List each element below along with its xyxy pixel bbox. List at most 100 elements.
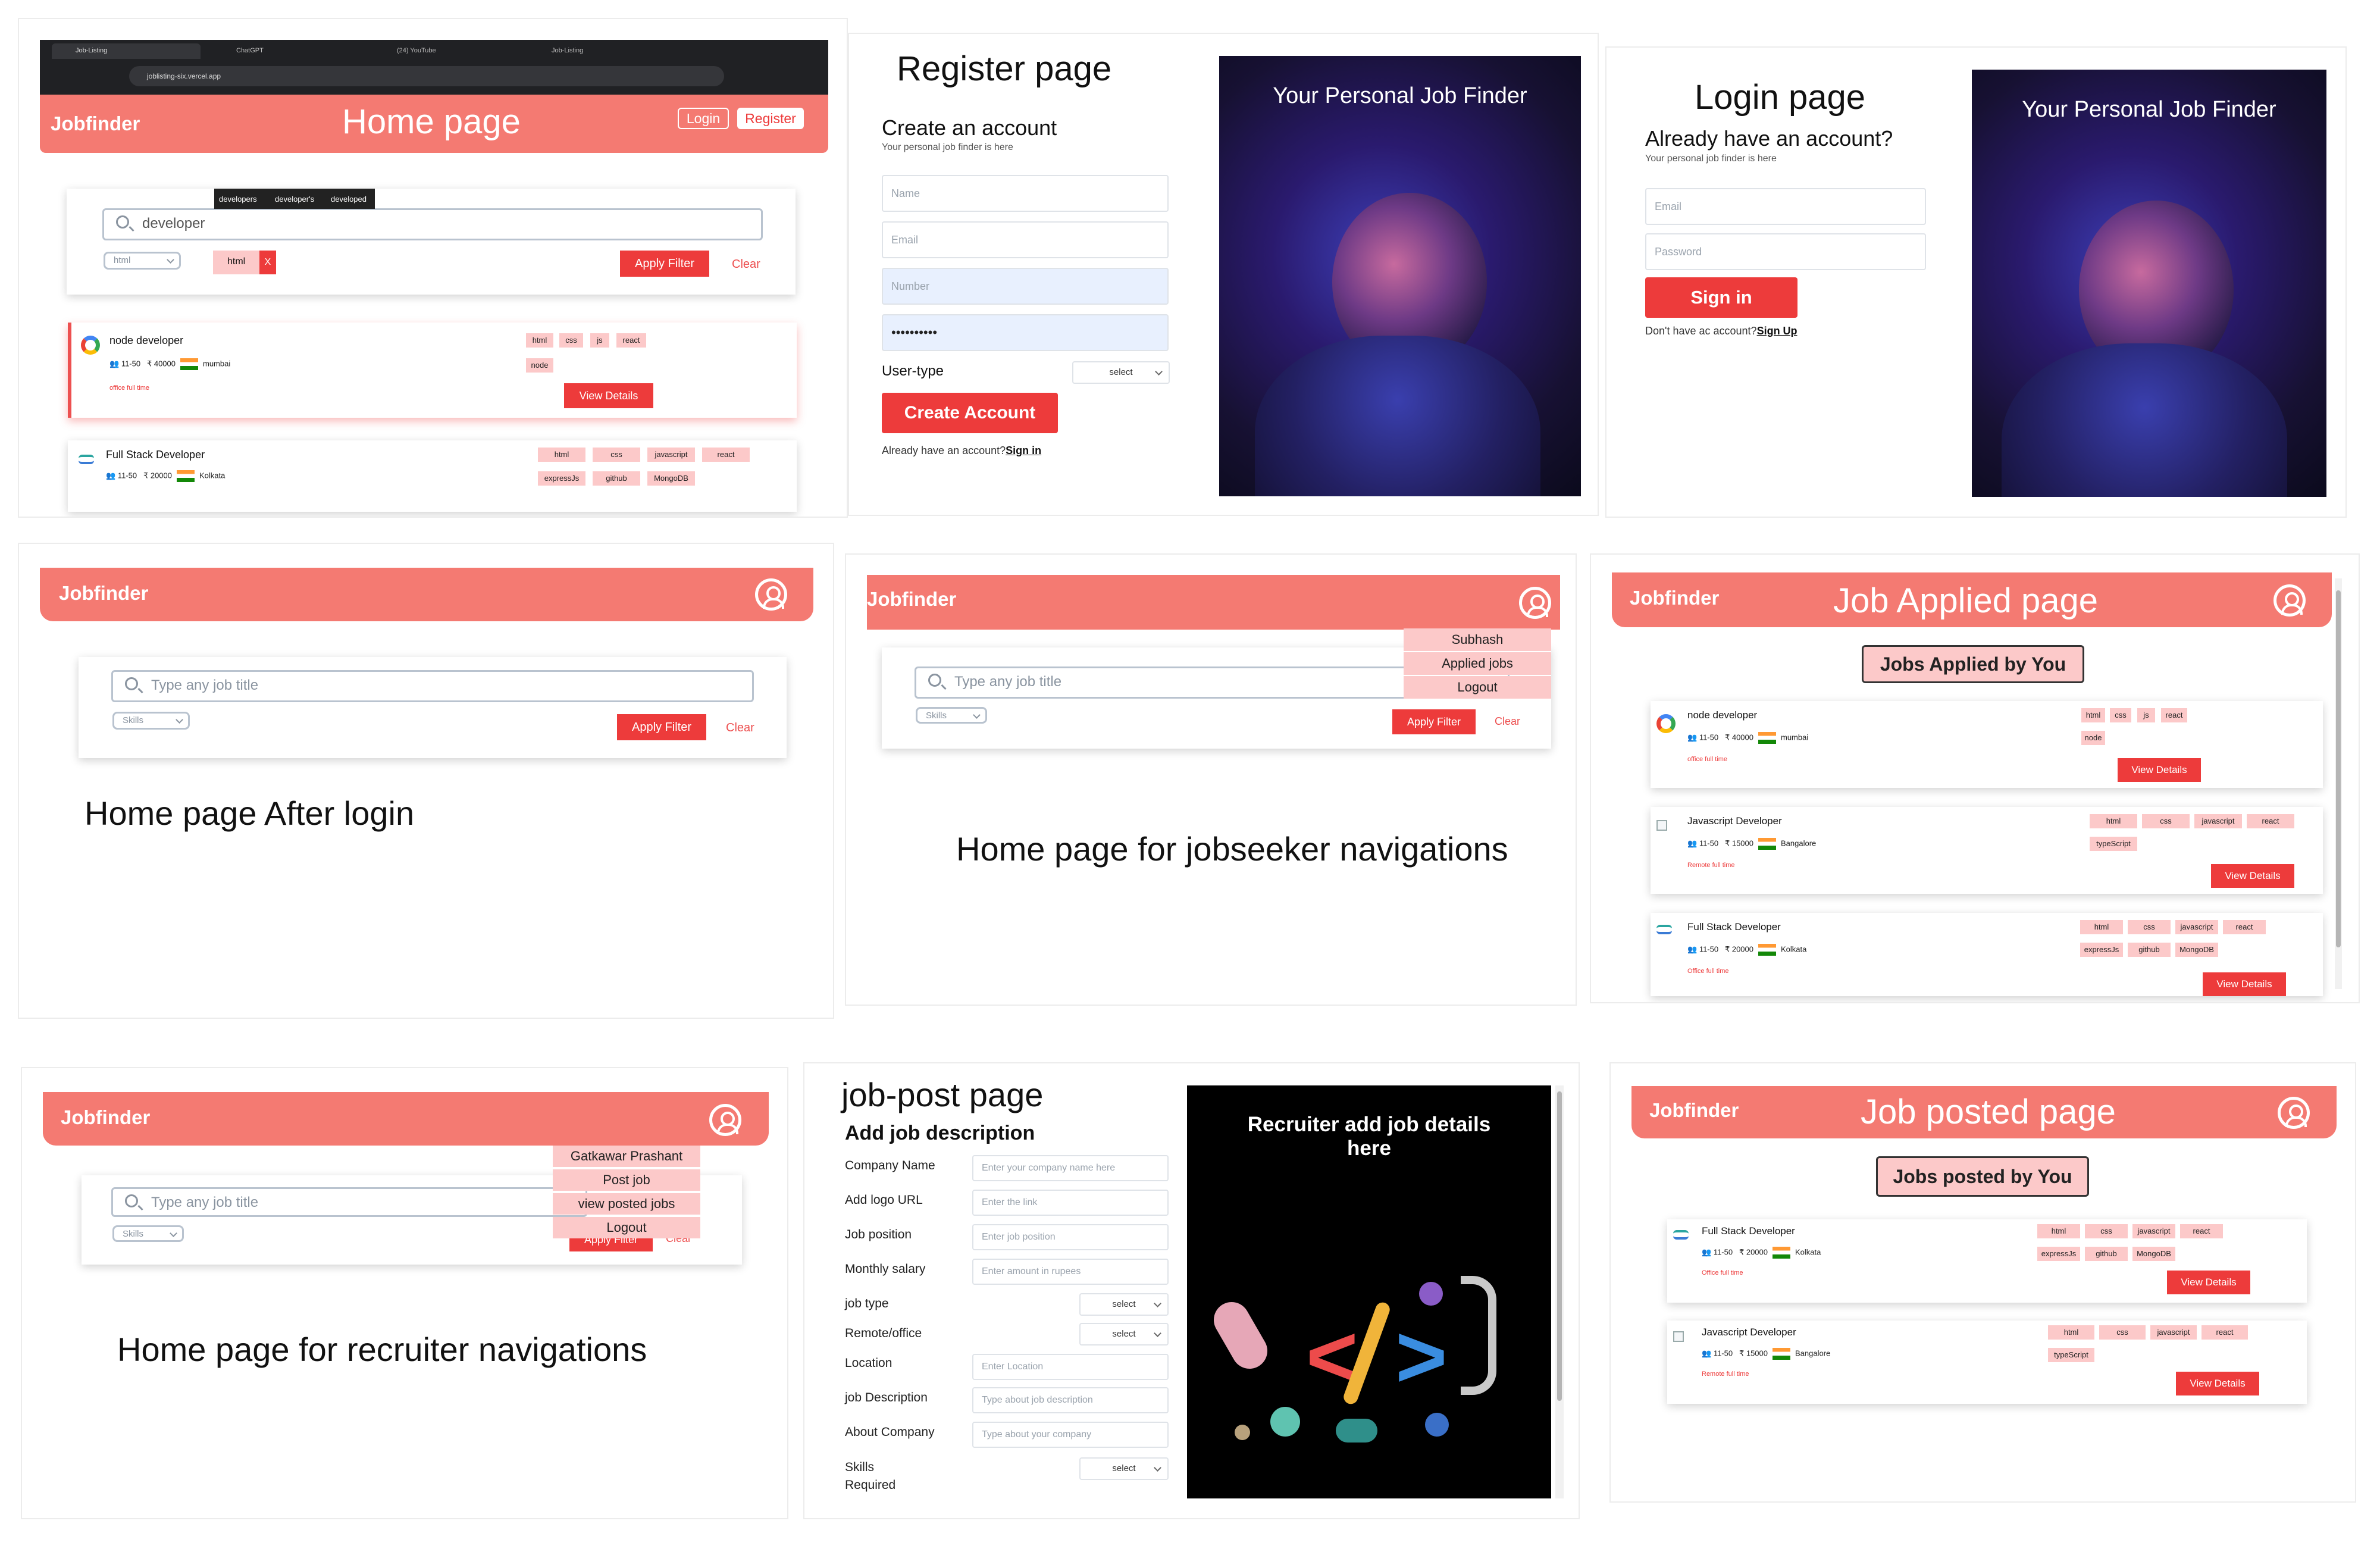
company-logo-icon xyxy=(1656,925,1672,934)
scrollbar-thumb[interactable] xyxy=(2336,590,2341,947)
form-heading: Create an account xyxy=(882,115,1057,140)
skill-chip: html X xyxy=(213,251,276,274)
brand-logo[interactable]: Jobfinder xyxy=(867,588,956,611)
people-icon: 👥 xyxy=(109,359,121,368)
header-bar: Jobfinder xyxy=(43,1092,769,1146)
skill-tag: react xyxy=(2180,1224,2223,1238)
menu-item-view-posted-jobs[interactable]: view posted jobs xyxy=(553,1193,700,1215)
header-bar: Jobfinder Job posted page xyxy=(1631,1086,2337,1138)
job-card: node developer 👥 11-50 ₹ 40000 mumbai off… xyxy=(1651,701,2323,788)
remote-office-select[interactable]: select xyxy=(1079,1323,1169,1346)
skill-tag: html xyxy=(538,448,585,462)
skill-tag: typeScript xyxy=(2090,837,2137,851)
hero-image: Your Personal Job Finder xyxy=(1219,56,1581,496)
scrollbar-thumb[interactable] xyxy=(1557,1091,1562,1401)
chip-remove-button[interactable]: X xyxy=(259,251,276,274)
name-field[interactable]: Name xyxy=(882,175,1169,212)
salary-field[interactable]: Enter amount in rupees xyxy=(972,1259,1169,1285)
india-flag-icon xyxy=(180,358,198,370)
job-description-field[interactable]: Type about job description xyxy=(972,1387,1169,1413)
clear-button[interactable]: Clear xyxy=(732,258,760,271)
menu-item-logout[interactable]: Logout xyxy=(1404,676,1551,699)
brand-logo[interactable]: Jobfinder xyxy=(61,1106,150,1129)
menu-item-logout[interactable]: Logout xyxy=(553,1217,700,1238)
scrollbar[interactable] xyxy=(1555,1085,1564,1498)
clear-button[interactable]: Clear xyxy=(1495,715,1520,728)
skills-select[interactable]: Skills xyxy=(112,712,190,730)
brand-logo[interactable]: Jobfinder xyxy=(1649,1099,1739,1122)
job-type-select[interactable]: select xyxy=(1079,1293,1169,1316)
user-profile-icon[interactable] xyxy=(709,1104,741,1136)
number-field[interactable]: Number xyxy=(882,268,1169,305)
about-company-field[interactable]: Type about your company xyxy=(972,1422,1169,1448)
signin-button[interactable]: Sign in xyxy=(1645,277,1797,318)
page-title: Register page xyxy=(897,49,1112,88)
login-button[interactable]: Login xyxy=(678,108,729,129)
section-badge: Jobs posted by You xyxy=(1876,1156,2089,1197)
company-name-field[interactable]: Enter your company name here xyxy=(972,1155,1169,1181)
suggestion-item[interactable]: developer's xyxy=(275,195,314,204)
view-details-button[interactable]: View Details xyxy=(2176,1372,2259,1395)
apply-filter-button[interactable]: Apply Filter xyxy=(620,251,709,277)
view-details-button[interactable]: View Details xyxy=(564,383,653,408)
skills-select[interactable]: Skills xyxy=(916,707,987,724)
search-input[interactable]: Type any job title xyxy=(111,1187,587,1217)
password-field[interactable]: •••••••••• xyxy=(882,314,1169,351)
user-profile-icon[interactable] xyxy=(2278,1097,2310,1129)
usertype-select[interactable]: select xyxy=(1072,361,1170,384)
job-position-field[interactable]: Enter job position xyxy=(972,1224,1169,1250)
signup-link[interactable]: Sign Up xyxy=(1757,325,1797,337)
section-badge: Jobs Applied by You xyxy=(1862,645,2084,683)
suggestion-item[interactable]: developed xyxy=(331,195,367,204)
apply-filter-button[interactable]: Apply Filter xyxy=(1392,709,1476,734)
skill-tag: react xyxy=(2247,814,2294,828)
logo-url-field[interactable]: Enter the link xyxy=(972,1190,1169,1216)
search-input[interactable]: Type any job title xyxy=(111,670,754,702)
suggestion-item[interactable]: developers xyxy=(219,195,257,204)
company-logo-icon xyxy=(1673,1230,1689,1240)
page-title: Login page xyxy=(1695,78,1866,117)
skills-select[interactable]: Skills xyxy=(112,1225,184,1242)
google-logo-icon xyxy=(1656,714,1676,733)
email-field[interactable]: Email xyxy=(1645,188,1926,225)
filter-card: Type any job title Skills Apply Filter C… xyxy=(79,657,787,758)
browser-tab[interactable]: Job-Listing xyxy=(528,43,665,59)
browser-tab[interactable]: Job-Listing xyxy=(52,43,201,59)
browser-tab[interactable]: (24) YouTube xyxy=(373,43,510,59)
skill-tag: react xyxy=(616,333,646,348)
view-details-button[interactable]: View Details xyxy=(2118,758,2201,782)
people-icon: 👥 xyxy=(1687,733,1699,742)
location-field[interactable]: Enter Location xyxy=(972,1354,1169,1380)
view-details-button[interactable]: View Details xyxy=(2167,1271,2250,1294)
user-profile-icon[interactable] xyxy=(755,578,787,611)
email-field[interactable]: Email xyxy=(882,221,1169,258)
skill-tag: html xyxy=(2048,1325,2094,1340)
search-icon xyxy=(125,677,138,690)
signin-link[interactable]: Sign in xyxy=(1006,445,1041,456)
user-profile-icon[interactable] xyxy=(2273,584,2306,617)
register-button[interactable]: Register xyxy=(737,108,804,129)
view-details-button[interactable]: View Details xyxy=(2211,864,2294,888)
clear-button[interactable]: Clear xyxy=(726,721,754,735)
browser-tab[interactable]: ChatGPT xyxy=(212,43,349,59)
brand-logo[interactable]: Jobfinder xyxy=(1630,587,1719,609)
menu-item-applied-jobs[interactable]: Applied jobs xyxy=(1404,652,1551,675)
view-details-button[interactable]: View Details xyxy=(2203,972,2286,996)
apply-filter-button[interactable]: Apply Filter xyxy=(617,714,706,740)
job-title: node developer xyxy=(109,334,184,346)
skills-select[interactable]: html xyxy=(104,252,181,270)
menu-item-post-job[interactable]: Post job xyxy=(553,1169,700,1191)
skills-select[interactable]: select xyxy=(1079,1457,1169,1480)
address-bar[interactable]: joblisting-six.vercel.app xyxy=(129,66,724,86)
password-field[interactable]: Password xyxy=(1645,233,1926,270)
brand-logo[interactable]: Jobfinder xyxy=(59,582,148,605)
usertype-label: User-type xyxy=(882,363,944,379)
user-profile-icon[interactable] xyxy=(1519,587,1551,619)
skill-tag: node xyxy=(526,358,553,373)
brand-logo[interactable]: Jobfinder xyxy=(51,112,140,135)
search-input[interactable]: developer xyxy=(102,208,763,240)
create-account-button[interactable]: Create Account xyxy=(882,393,1058,433)
recruiter-nav-panel: Jobfinder Type any job title Skills Appl… xyxy=(21,1067,788,1519)
scrollbar[interactable] xyxy=(2335,578,2342,989)
people-icon: 👥 xyxy=(1687,944,1699,954)
